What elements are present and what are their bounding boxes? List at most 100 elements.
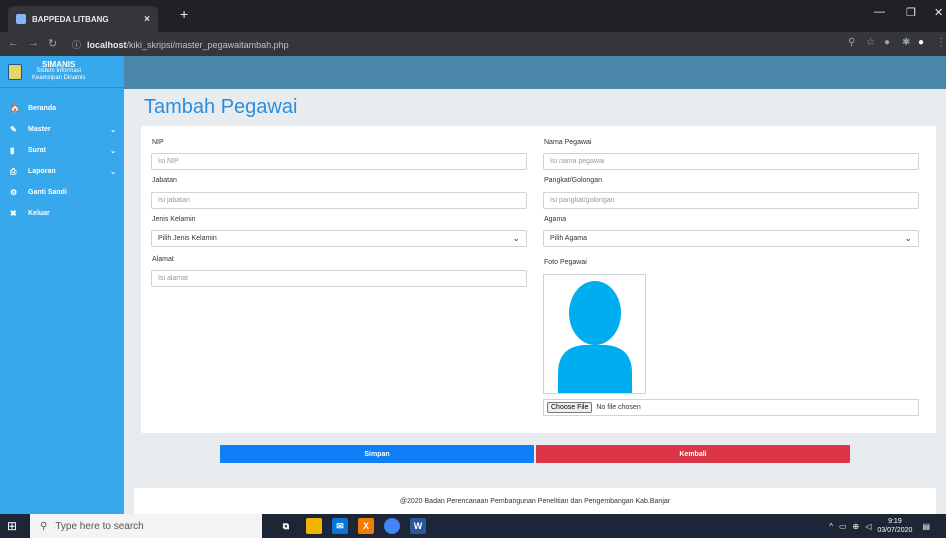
clock[interactable]: 9:19 03/07/2020 [877,517,912,535]
sidebar-item-label: Keluar [28,210,50,217]
file-explorer-icon[interactable] [306,518,322,534]
agama-label: Agama [544,216,567,223]
print-icon: ⎙ [10,166,17,176]
sidebar-item-ganti-sandi[interactable]: ⚙ Ganti Sandi [0,182,124,203]
agama-selected: Pilih Agama [550,235,587,242]
browser-tab-bar: BAPPEDA LITBANG × + — ❐ ✕ [0,0,946,32]
main-content: Tambah Pegawai NIP Isi NIP Jabatan Isi j… [124,89,946,514]
jenis-kelamin-select[interactable]: Pilih Jenis Kelamin ⌄ [151,230,527,247]
taskbar: ⊞ ⚲ Type here to search ⧉ ✉ X W ^ ▭ ⊕ ◁ … [0,514,946,538]
menu-dots-icon[interactable]: ⋮ [936,37,946,48]
xampp-icon[interactable]: X [358,518,374,534]
brand-title: SIMANIS [42,60,76,69]
jenis-kelamin-label: Jenis Kelamin [152,216,196,223]
page-title: Tambah Pegawai [144,96,298,118]
back-arrow-icon[interactable]: ← [8,37,19,49]
star-icon[interactable]: ☆ [866,37,875,48]
sidebar-item-label: Ganti Sandi [28,189,67,196]
brand-subtitle-1: Sistem Informasi [36,68,82,74]
chevron-down-icon: ⌄ [512,233,520,243]
footer: @2020 Badan Perencanaan Pembangunan Pene… [134,488,936,514]
sidebar-item-laporan[interactable]: ⎙ Laporan ⌄ [0,161,124,182]
file-input[interactable]: Choose File No file chosen [543,399,919,416]
sidebar-item-master[interactable]: ✎ Master ⌄ [0,119,124,140]
sidebar-item-label: Surat [28,147,46,154]
close-icon: ✖ [10,209,17,218]
chevron-down-icon: ⌄ [904,233,912,243]
jabatan-label: Jabatan [152,177,177,184]
clock-date: 03/07/2020 [877,527,913,534]
mail-icon[interactable]: ✉ [332,518,348,534]
photo-preview [543,274,646,394]
new-tab-icon[interactable]: + [180,6,188,22]
alamat-input[interactable]: Isi alamat [151,270,527,287]
notification-icon[interactable]: ▤ [922,522,930,531]
chrome-icon[interactable] [384,518,400,534]
foto-pegawai-label: Foto Pegawai [544,259,587,266]
search-icon: ⚲ [40,520,48,532]
gear-icon: ⚙ [10,188,18,197]
user-avatar-icon [558,281,632,393]
restore-icon[interactable]: ❐ [906,6,916,19]
browser-tab[interactable]: BAPPEDA LITBANG × [8,6,158,32]
extension-icon[interactable]: ● [884,37,890,48]
choose-file-button[interactable]: Choose File [547,402,593,413]
taskbar-search[interactable]: ⚲ Type here to search [30,514,262,538]
info-icon: ⓘ [72,40,82,50]
sidebar-item-surat[interactable]: ▮ Surat ⌄ [0,140,124,161]
home-icon: 🏠 [10,104,20,113]
pencil-icon: ✎ [10,125,17,134]
file-status: No file chosen [596,404,641,411]
windows-start-icon[interactable]: ⊞ [7,519,17,533]
nip-input[interactable]: Isi NIP [151,153,527,170]
puzzle-icon[interactable]: ✱ [902,37,910,48]
nip-label: NIP [152,139,164,146]
sidebar: SIMANIS Sistem Informasi Keamsipan Dinam… [0,56,124,514]
network-icon[interactable]: ⊕ [853,522,860,531]
pangkat-label: Pangkat/Golongan [544,177,602,184]
jabatan-input[interactable]: Isi jabatan [151,192,527,209]
zoom-icon[interactable]: ⚲ [848,37,855,48]
sidebar-item-label: Laporan [28,168,56,175]
brand[interactable]: SIMANIS Sistem Informasi Keamsipan Dinam… [0,56,124,88]
chevron-down-icon: ⌄ [110,168,116,176]
clock-time: 9:19 [888,518,902,525]
agama-select[interactable]: Pilih Agama ⌄ [543,230,919,247]
jenis-kelamin-selected: Pilih Jenis Kelamin [158,235,217,242]
minimize-icon[interactable]: — [874,6,885,18]
back-button[interactable]: Kembali [536,445,850,463]
sidebar-menu: 🏠 Beranda ✎ Master ⌄ ▮ Surat ⌄ ⎙ Laporan… [0,98,124,224]
chevron-up-icon[interactable]: ^ [829,522,833,531]
profile-avatar-icon[interactable]: ● [918,37,924,48]
sidebar-item-beranda[interactable]: 🏠 Beranda [0,98,124,119]
forward-arrow-icon[interactable]: → [28,37,39,49]
pangkat-input[interactable]: Isi pangkat/golongan [543,192,919,209]
system-tray: ^ ▭ ⊕ ◁ 9:19 03/07/2020 ▤ [829,514,936,538]
url-path: /kiki_skripsi/master_pegawaitambah.php [126,39,289,50]
tab-title: BAPPEDA LITBANG [32,14,109,24]
taskbar-search-placeholder: Type here to search [55,520,144,532]
word-icon[interactable]: W [410,518,426,534]
url-field[interactable]: ⓘ localhost /kiki_skripsi/master_pegawai… [72,36,842,53]
nama-pegawai-label: Nama Pegawai [544,139,592,146]
save-button[interactable]: Simpan [220,445,534,463]
sidebar-item-keluar[interactable]: ✖ Keluar [0,203,124,224]
form-card: NIP Isi NIP Jabatan Isi jabatan Jenis Ke… [141,126,936,433]
close-window-icon[interactable]: ✕ [934,6,943,19]
battery-icon[interactable]: ▭ [839,522,847,531]
nama-pegawai-input[interactable]: Isi nama pegawai [543,153,919,170]
tab-close-icon[interactable]: × [144,14,150,25]
url-host: localhost [87,39,127,50]
address-bar: ← → ↻ ⓘ localhost /kiki_skripsi/master_p… [0,32,946,56]
sidebar-item-label: Beranda [28,105,57,112]
chevron-down-icon: ⌄ [110,126,116,134]
task-view-icon[interactable]: ⧉ [278,518,294,534]
sidebar-item-label: Master [28,126,51,133]
alamat-label: Alamat [152,256,174,263]
favicon-icon [16,14,26,24]
chevron-down-icon: ⌄ [110,147,116,155]
volume-icon[interactable]: ◁ [865,522,871,531]
brand-subtitle-2: Keamsipan Dinamis [32,75,86,81]
reload-icon[interactable]: ↻ [48,37,57,50]
book-icon: ▮ [10,146,15,155]
